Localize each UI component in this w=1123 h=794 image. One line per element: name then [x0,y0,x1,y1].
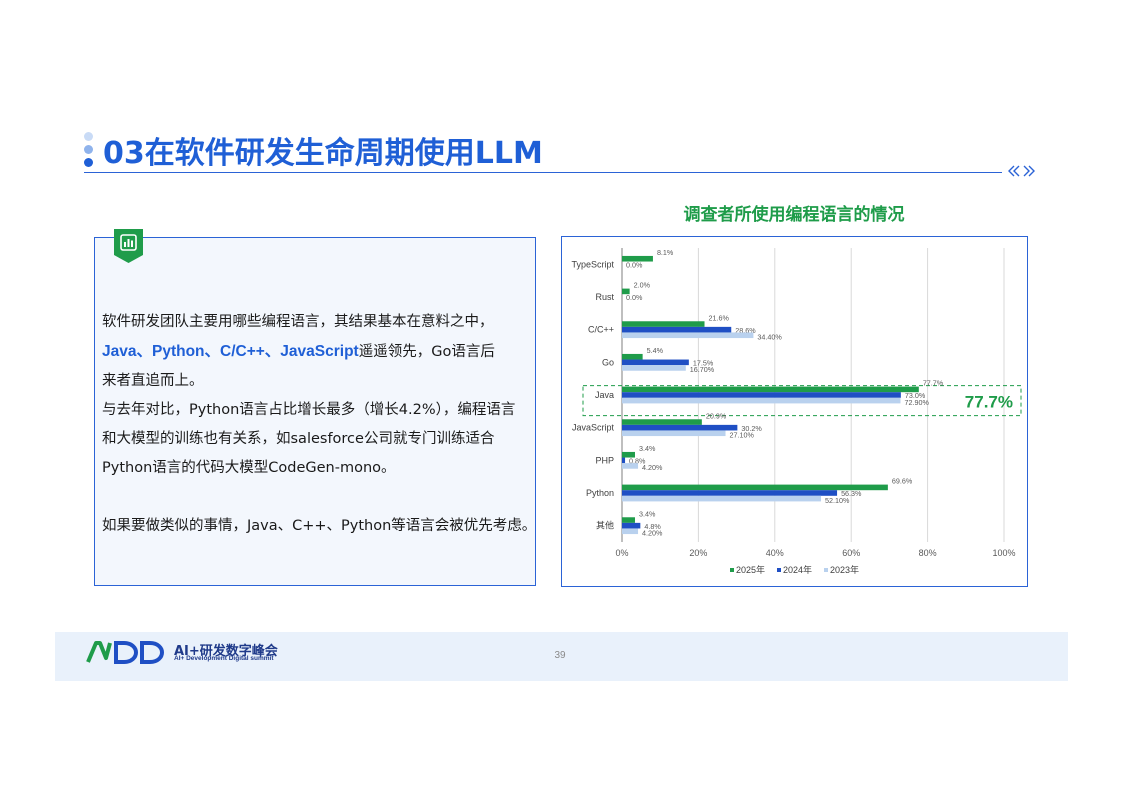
data-label: 0.0% [626,293,643,302]
data-label: 0.0% [626,261,643,270]
bar-2023年-PHP [622,463,639,469]
bar-2023年-Go [622,365,686,371]
para-line-1: 软件研发团队主要用哪些编程语言，其结果基本在意料之中， [102,314,494,330]
legend-swatch [777,568,781,572]
data-label: 2.0% [634,281,651,290]
x-tick-label: 60% [842,548,860,558]
category-label: Java [595,390,614,400]
data-label: 77.7% [923,379,944,388]
title-dots-icon [84,132,94,168]
bar-2023年-Java [622,397,901,404]
bar-2025年-Java [622,386,919,393]
bar-2023年-其他 [622,528,639,535]
category-label: C/C++ [588,325,614,335]
data-label: 27.10% [730,430,755,439]
bar-2024年-Go [622,359,689,366]
bar-2023年-JavaScript [622,430,726,437]
bar-2024年-C/C++ [622,326,732,333]
para-line-6: Python语言的代码大模型CodeGen-mono。 [102,460,396,476]
x-tick-label: 80% [919,548,937,558]
data-label: 3.4% [639,509,656,518]
bar-chart-icon [114,229,143,263]
legend-label: 2025年 [736,564,765,575]
bar-2024年-JavaScript [622,424,738,431]
x-tick-label: 40% [766,548,784,558]
chart-title: 调查者所使用编程语言的情况 [683,205,905,225]
bar-2025年-C/C++ [622,321,705,327]
callout-label: 77.7% [965,393,1013,412]
data-label: 4.20% [642,463,663,472]
legend-swatch [730,568,734,572]
bar-2025年-其他 [622,517,635,523]
data-label: 72.90% [904,398,929,407]
description-text: 软件研发团队主要用哪些编程语言，其结果基本在意料之中， Java、Python、… [102,308,542,541]
x-tick-label: 20% [689,548,707,558]
para-line-4: 与去年对比，Python语言占比增长最多（增长4.2%），编程语言 [102,402,516,418]
bar-2024年-Java [622,392,901,398]
language-highlight: Java、Python、C/C++、JavaScript [102,343,359,360]
category-label: Go [602,357,614,367]
category-label: JavaScript [572,423,615,433]
para-line-2-tail: 遥遥领先，Go语言后 [358,344,495,360]
legend-swatch [824,568,828,572]
data-label: 52.10% [825,496,850,505]
para-line-2: Java、Python、C/C++、JavaScript遥遥领先，Go语言后 [102,337,542,367]
bar-2023年-C/C++ [622,332,754,339]
logo-en-text: AI+ Development Digital summit [174,655,274,662]
x-tick-label: 100% [992,548,1015,558]
category-label: PHP [595,455,614,465]
category-label: Python [586,488,614,498]
category-label: 其他 [596,520,614,531]
title-divider [84,172,1002,173]
data-label: 8.1% [657,248,674,257]
data-label: 20.9% [706,411,727,420]
data-label: 4.20% [642,528,663,537]
category-label: Rust [595,292,614,302]
double-chevron-icon[interactable] [1008,164,1036,182]
para-line-3: 来者直追而上。 [102,373,204,389]
para-line-7: 如果要做类似的事情，Java、C++、Python等语言会被优先考虑。 [102,518,537,534]
bar-2025年-JavaScript [622,419,702,425]
data-label: 21.6% [709,313,730,322]
legend-label: 2024年 [783,564,812,575]
data-label: 69.6% [892,477,913,486]
aidd-logo [86,640,170,668]
x-tick-label: 0% [615,548,628,558]
data-label: 34.40% [757,332,782,341]
bar-2024年-PHP [622,457,626,464]
bar-2024年-其他 [622,522,641,529]
para-line-5: 和大模型的训练也有关系，如salesforce公司就专门训练适合 [102,431,495,447]
data-label: 5.4% [647,346,664,355]
page-number: 39 [554,650,566,661]
bar-2023年-Python [622,495,822,502]
bar-2025年-Go [622,353,643,360]
bar-2024年-Python [622,490,838,496]
data-label: 3.4% [639,444,656,453]
category-label: TypeScript [571,259,614,269]
legend-label: 2023年 [830,564,859,575]
page-title: 03在软件研发生命周期使用LLM [103,136,543,171]
data-label: 16.70% [690,365,715,374]
bar-chart: 0% 20% 40% 60% 80% 100% 77.7% TypeScript 8.1% 0.0… [571,248,1022,575]
